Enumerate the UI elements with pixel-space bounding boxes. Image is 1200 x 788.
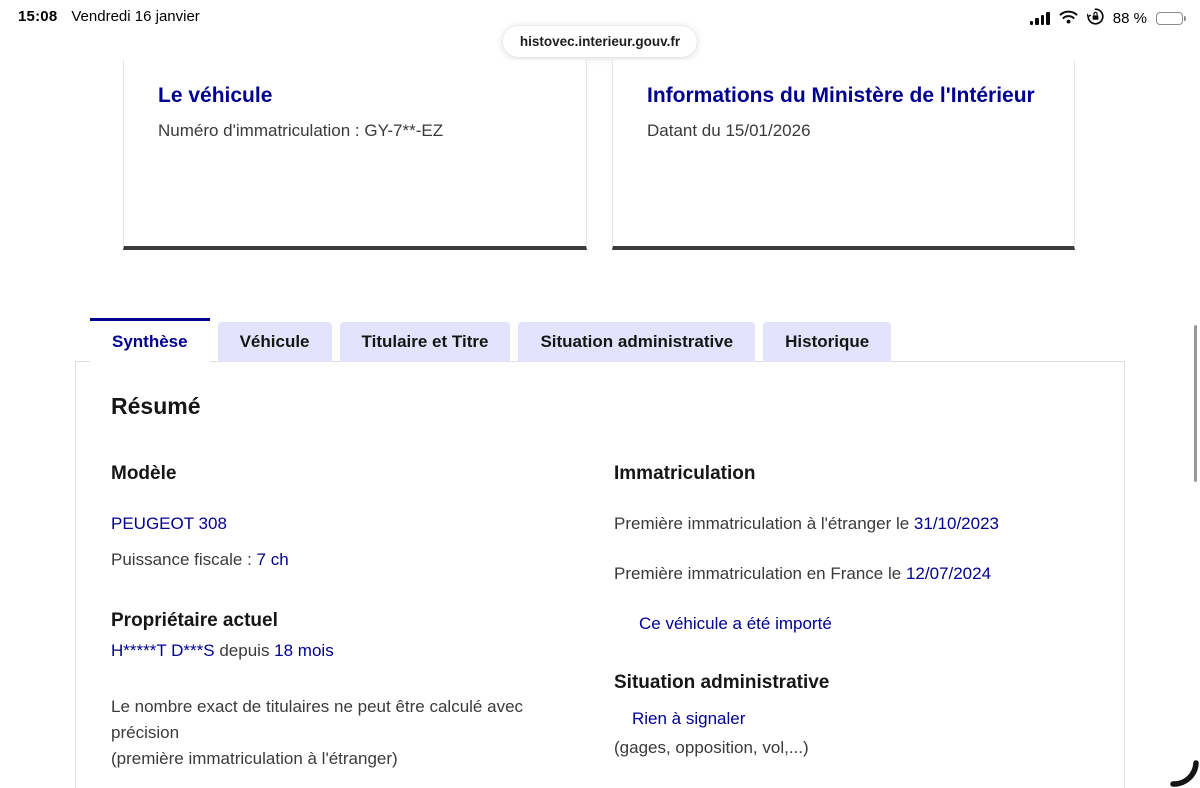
tab-synthese[interactable]: Synthèse	[90, 318, 210, 362]
cellular-signal-icon	[1029, 12, 1050, 25]
vehicle-card: Le véhicule Numéro d'immatriculation : G…	[123, 60, 587, 250]
imported-vehicle-note: Ce véhicule a été importé	[639, 614, 832, 633]
owner-since-label: depuis	[214, 641, 275, 660]
ministry-info-card: Informations du Ministère de l'Intérieur…	[612, 60, 1075, 250]
first-france-registration-label: Première immatriculation en France le	[614, 564, 906, 583]
scrollbar-thumb[interactable]	[1194, 325, 1197, 482]
synthese-panel: Résumé Modèle PEUGEOT 308 Puissance fisc…	[75, 361, 1125, 788]
summary-left-column: Modèle PEUGEOT 308 Puissance fiscale : 7…	[111, 462, 591, 772]
owner-name-value: H*****T D***S	[111, 641, 215, 660]
admin-situation-heading: Situation administrative	[614, 672, 830, 693]
owner-count-note-line1: Le nombre exact de titulaires ne peut êt…	[111, 697, 524, 742]
tab-vehicule[interactable]: Véhicule	[217, 322, 332, 362]
report-tabs: Synthèse Véhicule Titulaire et Titre Sit…	[90, 318, 892, 362]
ministry-card-title: Informations du Ministère de l'Intérieur	[647, 84, 1035, 107]
model-name-value: PEUGEOT 308	[111, 514, 227, 533]
first-foreign-registration-date: 31/10/2023	[913, 514, 1000, 533]
battery-icon	[1156, 12, 1186, 25]
resume-heading: Résumé	[111, 393, 201, 419]
summary-right-column: Immatriculation Première immatriculation…	[614, 462, 1109, 761]
first-france-registration-date: 12/07/2024	[905, 564, 992, 583]
first-foreign-registration-label: Première immatriculation à l'étranger le	[614, 514, 914, 533]
status-date: Vendredi 16 janvier	[71, 8, 200, 25]
owner-count-note-line2: (première immatriculation à l'étranger)	[111, 749, 398, 768]
current-owner-heading: Propriétaire actuel	[111, 610, 278, 631]
admin-status-note: (gages, opposition, vol,...)	[614, 738, 809, 757]
loading-spinner-arc	[1160, 750, 1200, 788]
wifi-icon	[1059, 10, 1078, 28]
admin-status-value: Rien à signaler	[632, 709, 746, 728]
tab-historique[interactable]: Historique	[763, 322, 892, 362]
fiscal-power-label: Puissance fiscale :	[111, 550, 257, 569]
url-address-pill[interactable]: histovec.interieur.gouv.fr	[502, 26, 698, 57]
owner-duration-value: 18 mois	[274, 641, 334, 660]
registration-number-label: Numéro d'immatriculation : GY-7**-EZ	[158, 120, 444, 140]
rotation-lock-icon	[1086, 8, 1104, 29]
clock: 15:08	[18, 8, 58, 25]
vehicle-card-title: Le véhicule	[158, 84, 273, 107]
registration-heading: Immatriculation	[614, 463, 756, 484]
fiscal-power-value: 7 ch	[256, 550, 289, 569]
data-date-label: Datant du 15/01/2026	[647, 120, 811, 140]
tab-situation-administrative[interactable]: Situation administrative	[518, 322, 756, 362]
model-heading: Modèle	[111, 463, 177, 484]
battery-percent-label: 88 %	[1112, 10, 1147, 27]
tab-titulaire-et-titre[interactable]: Titulaire et Titre	[339, 322, 511, 362]
